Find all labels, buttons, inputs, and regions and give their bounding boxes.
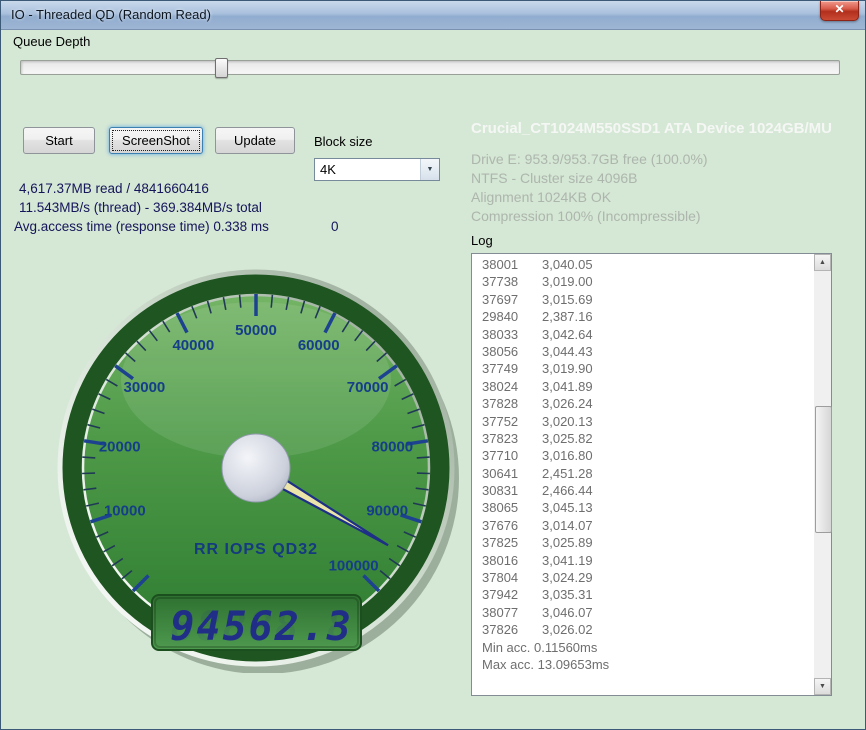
log-row[interactable]: 38016 3,041.19 — [472, 553, 814, 570]
log-row[interactable]: 30831 2,466.44 — [472, 483, 814, 500]
gauge-tick-label: 40000 — [172, 337, 214, 354]
log-scrollbar[interactable]: ▲ ▼ — [814, 254, 832, 695]
counter-value: 0 — [331, 219, 339, 234]
log-row[interactable]: 37825 3,025.89 — [472, 535, 814, 552]
log-row[interactable]: 37738 3,019.00 — [472, 274, 814, 291]
device-info: Drive E: 953.9/953.7GB free (100.0%) NTF… — [471, 150, 708, 226]
device-filesystem-info: NTFS - Cluster size 4096B — [471, 170, 638, 186]
block-size-label: Block size — [314, 134, 373, 149]
log-row[interactable]: 37804 3,024.29 — [472, 570, 814, 587]
log-listbox[interactable]: 38001 3,040.05 37738 3,019.00 37697 3,015.69 2… — [471, 253, 832, 696]
device-compression-info: Compression 100% (Incompressible) — [471, 208, 701, 224]
gauge-svg: 10000 20000 30000 40000 50000 60000 70000 80000… — [57, 269, 459, 673]
gauge-tick-label: 20000 — [99, 438, 141, 455]
gauge-tick-label: 30000 — [124, 379, 166, 396]
log-row[interactable]: 38024 3,041.89 — [472, 379, 814, 396]
scroll-down-button[interactable]: ▼ — [814, 678, 831, 695]
start-button[interactable]: Start — [23, 127, 95, 154]
log-footer-row: Max acc. 13.09653ms — [482, 656, 610, 672]
gauge-tick-label: 90000 — [366, 503, 408, 520]
log-row[interactable]: 30641 2,451.28 — [472, 466, 814, 483]
log-row[interactable]: 37942 3,035.31 — [472, 587, 814, 604]
log-list: 38001 3,040.05 37738 3,019.00 37697 3,015.69 2… — [472, 257, 814, 695]
scroll-up-button[interactable]: ▲ — [814, 254, 831, 271]
log-row[interactable]: 37710 3,016.80 — [472, 448, 814, 465]
gauge-minor-tick — [416, 456, 430, 459]
queue-depth-slider-thumb[interactable] — [215, 58, 228, 78]
log-row[interactable]: 37823 3,025.82 — [472, 431, 814, 448]
gauge-hub — [221, 433, 291, 503]
log-row[interactable]: 37676 3,014.07 — [472, 518, 814, 535]
log-row[interactable]: 37697 3,015.69 — [472, 292, 814, 309]
title-bar[interactable]: IO - Threaded QD (Random Read) ✕ — [1, 1, 865, 30]
queue-depth-slider[interactable] — [20, 58, 840, 78]
update-button[interactable]: Update — [215, 127, 295, 154]
block-size-select[interactable]: 4K ▼ — [314, 158, 440, 181]
log-row[interactable]: 38033 3,042.64 — [472, 327, 814, 344]
scroll-down-icon: ▼ — [819, 683, 826, 690]
device-alignment-info: Alignment 1024KB OK — [471, 189, 612, 205]
gauge-tick-label: 50000 — [235, 322, 277, 339]
scrollbar-thumb[interactable] — [815, 406, 832, 533]
gauge-tick-label: 60000 — [298, 337, 340, 354]
app-window: IO - Threaded QD (Random Read) ✕ Queue D… — [0, 0, 866, 730]
gauge-tick-label: 100000 — [329, 558, 379, 575]
gauge-minor-tick — [82, 456, 96, 459]
gauge-title: RR IOPS QD32 — [194, 541, 318, 558]
gauge-tick-label: 80000 — [371, 438, 413, 455]
gauge-lcd: 88888.8 94562.3 — [151, 594, 362, 651]
close-button[interactable]: ✕ — [820, 1, 859, 21]
gauge-tick-label: 10000 — [104, 503, 146, 520]
log-footer-row: Min acc. 0.11560ms — [482, 639, 598, 655]
gauge-tick-label: 70000 — [347, 379, 389, 396]
log-row[interactable]: 38056 3,044.43 — [472, 344, 814, 361]
close-icon: ✕ — [834, 2, 845, 16]
queue-depth-label: Queue Depth — [13, 34, 91, 49]
block-size-value: 4K — [320, 162, 336, 177]
log-row[interactable]: 37752 3,020.13 — [472, 414, 814, 431]
screenshot-button[interactable]: ScreenShot — [109, 127, 203, 154]
read-total-stat: 4,617.37MB read / 4841660416 — [19, 181, 209, 196]
device-drive-info: Drive E: 953.9/953.7GB free (100.0%) — [471, 151, 708, 167]
gauge-lcd-value: 94562.3 — [170, 604, 353, 650]
access-time-stat: Avg.access time (response time) 0.338 ms — [14, 219, 269, 234]
scroll-up-icon: ▲ — [819, 259, 826, 266]
log-row[interactable]: 38065 3,045.13 — [472, 500, 814, 517]
log-row[interactable]: 29840 2,387.16 — [472, 309, 814, 326]
log-row[interactable]: 37828 3,026.24 — [472, 396, 814, 413]
device-title: Crucial_CT1024M550SSD1 ATA Device 1024GB… — [471, 120, 832, 137]
throughput-stat: 11.543MB/s (thread) - 369.384MB/s total — [19, 200, 262, 215]
log-label: Log — [471, 233, 493, 248]
log-row[interactable]: 37749 3,019.90 — [472, 361, 814, 378]
log-row[interactable]: 38077 3,046.07 — [472, 605, 814, 622]
log-row[interactable]: 37826 3,026.02 — [472, 622, 814, 639]
dropdown-arrow-icon: ▼ — [420, 159, 439, 180]
window-title: IO - Threaded QD (Random Read) — [11, 7, 211, 22]
log-row[interactable]: 38001 3,040.05 — [472, 257, 814, 274]
